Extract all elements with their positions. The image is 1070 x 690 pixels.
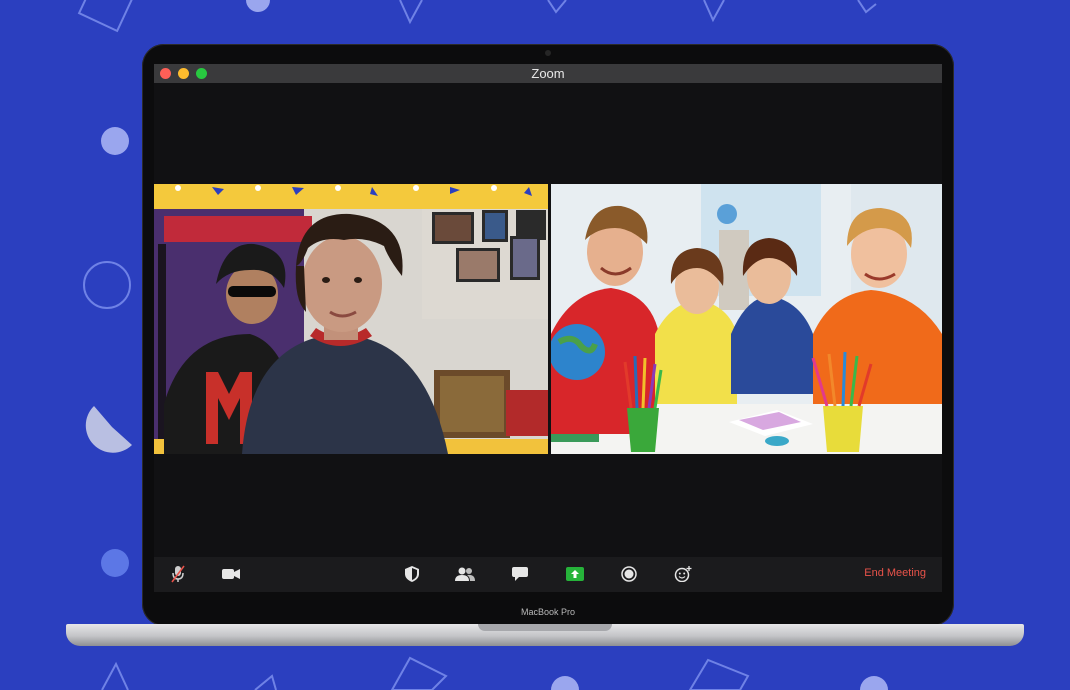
video-camera-icon[interactable] [220,564,242,584]
participant-2-video [551,184,942,454]
zoom-window: Zoom End Meeting [154,64,942,592]
webcam [545,50,551,56]
meeting-toolbar: End Meeting [154,557,942,592]
window-titlebar: Zoom [154,64,942,83]
meeting-area [154,83,942,557]
laptop-frame: Zoom End Meeting MacBook Pro [142,44,954,626]
share-screen-icon[interactable] [564,564,586,584]
microphone-muted-icon[interactable] [168,564,188,584]
participants-icon[interactable] [454,564,476,584]
participant-1-video [154,184,548,454]
laptop-base [66,624,1024,646]
laptop-notch [478,624,612,631]
security-shield-icon[interactable] [402,564,422,584]
device-label: MacBook Pro [520,607,576,617]
window-title: Zoom [531,66,565,81]
record-icon[interactable] [618,564,640,584]
video-tile-participant-2[interactable] [551,184,942,454]
end-meeting-button[interactable]: End Meeting [864,567,926,579]
chat-bubble-icon[interactable] [510,564,530,584]
video-tile-participant-1[interactable] [154,184,548,454]
reactions-icon[interactable] [672,564,694,584]
